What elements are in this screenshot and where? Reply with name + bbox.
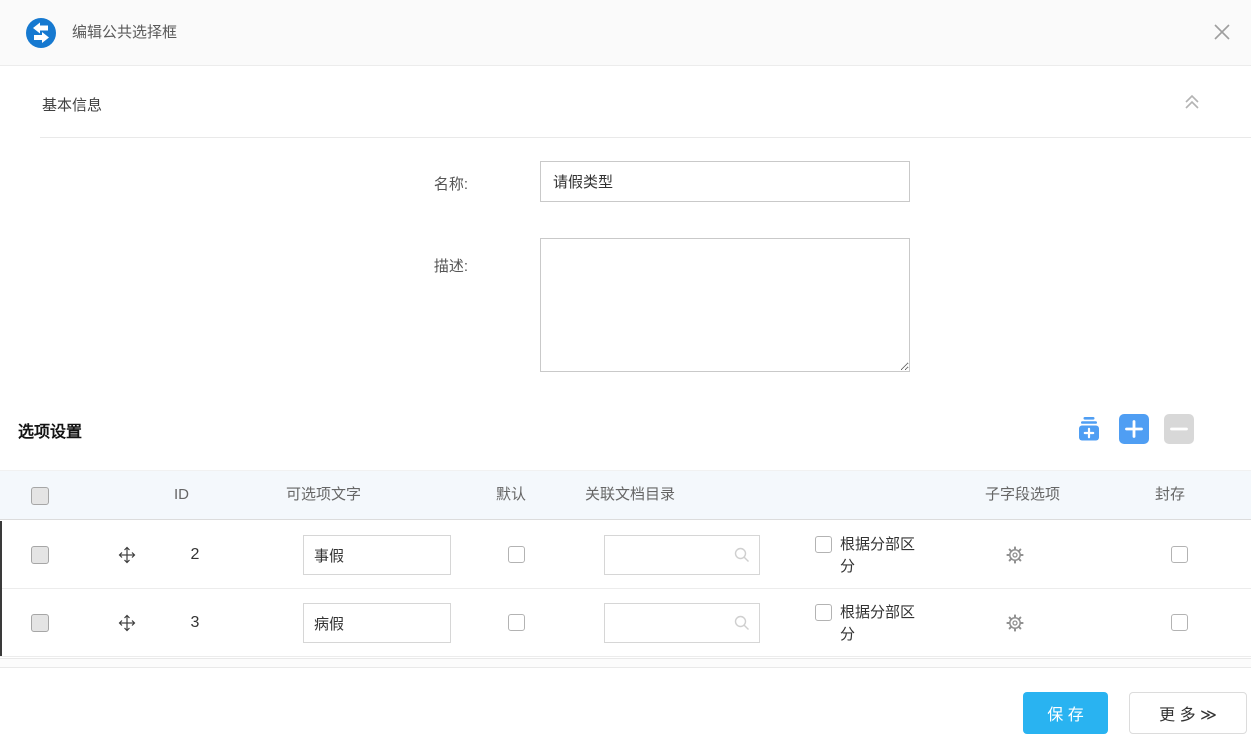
- subfield-settings-gear-icon[interactable]: [1005, 545, 1025, 565]
- edit-public-selectbox-dialog: 编辑公共选择框 基本信息 名称: 描述: 选项设置: [0, 0, 1251, 748]
- batch-add-icon[interactable]: [1074, 414, 1104, 444]
- row-id: 2: [173, 521, 217, 589]
- search-icon: [733, 546, 751, 564]
- row-select-checkbox[interactable]: [31, 614, 49, 632]
- options-toolbar: [1074, 414, 1194, 444]
- default-checkbox[interactable]: [508, 614, 525, 631]
- option-text-input[interactable]: [303, 603, 451, 643]
- remove-row-icon[interactable]: [1164, 414, 1194, 444]
- default-checkbox[interactable]: [508, 546, 525, 563]
- description-label: 描述:: [360, 255, 468, 276]
- branch-distinguish-option: 根据分部区分: [815, 602, 920, 646]
- close-icon[interactable]: [1209, 20, 1235, 46]
- subfield-settings-gear-icon[interactable]: [1005, 613, 1025, 633]
- column-header-subfield: 子字段选项: [985, 471, 1060, 519]
- branch-distinguish-checkbox[interactable]: [815, 536, 832, 553]
- branch-distinguish-option: 根据分部区分: [815, 534, 920, 578]
- doc-dir-search-field: [604, 603, 760, 643]
- table-row: 2 根据分部区分: [0, 521, 1251, 589]
- save-button[interactable]: 保 存: [1023, 692, 1108, 734]
- branch-distinguish-checkbox[interactable]: [815, 604, 832, 621]
- doc-dir-search-field: [604, 535, 760, 575]
- options-table-header: ID 可选项文字 默认 关联文档目录 子字段选项 封存: [0, 470, 1251, 520]
- search-icon: [733, 614, 751, 632]
- name-label: 名称:: [360, 173, 468, 194]
- table-left-edge: [0, 521, 2, 656]
- row-select-checkbox[interactable]: [31, 546, 49, 564]
- column-header-doc-dir: 关联文档目录: [585, 471, 675, 519]
- section-title-options: 选项设置: [18, 418, 82, 442]
- column-header-seal: 封存: [1155, 471, 1185, 519]
- seal-checkbox[interactable]: [1171, 614, 1188, 631]
- column-header-option-text: 可选项文字: [286, 471, 361, 519]
- section-divider: [40, 137, 1251, 138]
- collapse-section-icon[interactable]: [1179, 90, 1205, 116]
- seal-checkbox[interactable]: [1171, 546, 1188, 563]
- horizontal-scrollbar[interactable]: [0, 658, 1251, 668]
- section-title-basic-info: 基本信息: [42, 94, 102, 115]
- drag-move-icon[interactable]: [117, 613, 137, 633]
- add-row-icon[interactable]: [1119, 414, 1149, 444]
- row-id: 3: [173, 589, 217, 657]
- name-input[interactable]: [540, 161, 910, 202]
- table-row: 3 根据分部区分: [0, 589, 1251, 657]
- more-button[interactable]: 更 多 ≫: [1129, 692, 1247, 734]
- column-header-id: ID: [174, 471, 189, 519]
- branch-distinguish-label: 根据分部区分: [840, 602, 920, 646]
- select-all-checkbox[interactable]: [31, 487, 49, 505]
- dialog-title: 编辑公共选择框: [72, 0, 177, 65]
- description-textarea[interactable]: [540, 238, 910, 372]
- option-text-input[interactable]: [303, 535, 451, 575]
- dialog-header: 编辑公共选择框: [0, 0, 1251, 66]
- drag-move-icon[interactable]: [117, 545, 137, 565]
- branch-distinguish-label: 根据分部区分: [840, 534, 920, 578]
- column-header-default: 默认: [496, 471, 526, 519]
- swap-brand-icon: [26, 18, 56, 48]
